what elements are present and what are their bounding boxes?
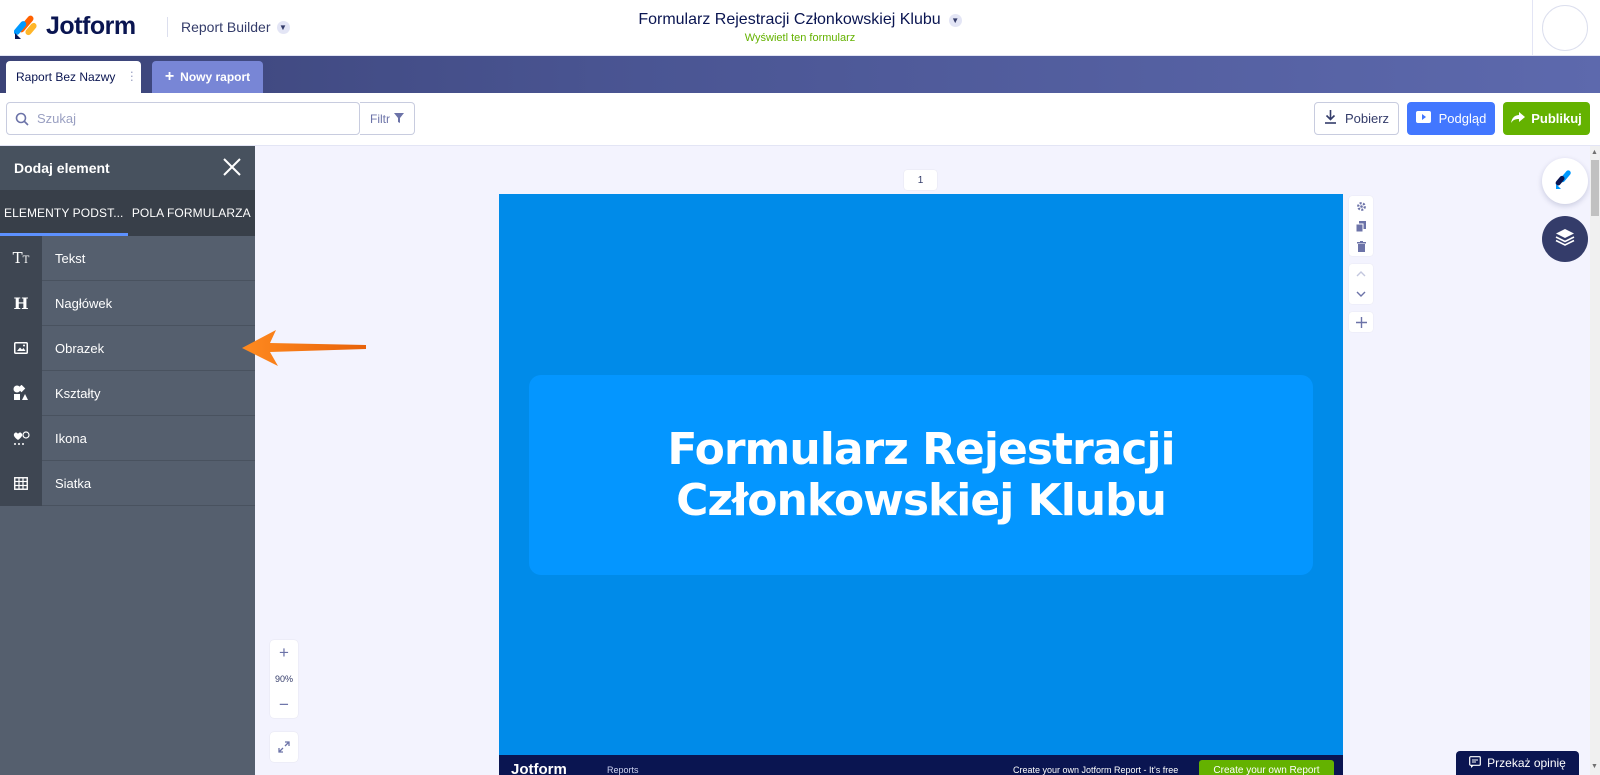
icons-icon xyxy=(0,415,42,461)
fit-to-screen-icon[interactable] xyxy=(270,732,298,762)
ai-assistant-button[interactable] xyxy=(1542,158,1588,204)
report-tabs-bar: Raport Bez Nazwy · · · + Nowy raport xyxy=(0,56,1600,93)
element-item-icon[interactable]: Ikona xyxy=(0,415,255,461)
builder-label: Report Builder xyxy=(181,19,271,35)
scroll-up-icon[interactable]: ▲ xyxy=(1591,149,1598,156)
preview-label: Podgląd xyxy=(1438,111,1487,126)
image-icon xyxy=(0,325,42,371)
element-item-grid[interactable]: Siatka xyxy=(0,460,255,506)
heading-icon: H xyxy=(0,280,42,326)
header-divider xyxy=(167,17,168,37)
jotform-logo[interactable]: Jotform xyxy=(13,12,136,41)
filter-button[interactable]: Filtr xyxy=(360,102,415,135)
form-title-dropdown[interactable]: Formularz Rejestracji Członkowskiej Klub… xyxy=(638,11,962,29)
element-item-text[interactable]: TT Tekst xyxy=(0,235,255,281)
app-header: Jotform Report Builder ▼ Formularz Rejes… xyxy=(0,0,1600,56)
element-label: Tekst xyxy=(55,250,86,266)
logo-text: Jotform xyxy=(46,12,136,40)
feedback-button[interactable]: Przekaż opinię xyxy=(1456,751,1579,775)
page-footer-banner: Jotform Reports Create your own Jotform … xyxy=(499,755,1343,775)
page-number: 1 xyxy=(904,170,937,190)
search-input[interactable] xyxy=(37,111,337,126)
scroll-down-icon[interactable]: ▼ xyxy=(1591,763,1598,770)
chevron-down-icon[interactable] xyxy=(1349,284,1373,304)
play-icon xyxy=(1415,111,1431,126)
element-label: Nagłówek xyxy=(55,295,113,311)
avatar[interactable] xyxy=(1542,5,1588,51)
jotform-assistant-icon xyxy=(1554,168,1576,195)
page-actions-group xyxy=(1349,196,1373,256)
plus-icon: + xyxy=(164,68,175,85)
download-button[interactable]: Pobierz xyxy=(1314,102,1399,135)
form-title: Formularz Rejestracji Członkowskiej Klub… xyxy=(638,11,941,28)
add-page-group xyxy=(1349,312,1373,332)
duplicate-icon[interactable] xyxy=(1349,216,1373,236)
tab-report[interactable]: Raport Bez Nazwy · · · xyxy=(6,61,141,93)
chevron-up-icon[interactable] xyxy=(1349,264,1373,284)
gear-icon[interactable] xyxy=(1349,196,1373,216)
shapes-icon xyxy=(0,370,42,416)
tab-basic-elements[interactable]: ELEMENTY PODST... xyxy=(0,190,128,236)
panel-header: Dodaj element xyxy=(0,146,255,190)
view-form-link[interactable]: Wyświetl ten formularz xyxy=(520,32,1080,44)
element-item-image[interactable]: Obrazek xyxy=(0,325,255,371)
share-arrow-icon xyxy=(1511,111,1526,126)
grid-icon xyxy=(0,460,42,506)
element-item-heading[interactable]: H Nagłówek xyxy=(0,280,255,326)
panel-tabs: ELEMENTY PODST... POLA FORMULARZA xyxy=(0,190,255,236)
feedback-label: Przekaż opinię xyxy=(1487,756,1566,770)
layers-button[interactable] xyxy=(1542,216,1588,262)
chevron-down-icon: ▼ xyxy=(276,20,290,34)
create-report-button[interactable]: Create your own Report xyxy=(1199,760,1334,775)
footer-reports-label: Reports xyxy=(607,765,639,775)
zoom-out-icon[interactable]: − xyxy=(279,696,289,714)
download-label: Pobierz xyxy=(1344,111,1390,126)
chevron-down-icon: ▼ xyxy=(948,13,962,27)
scrollbar[interactable] xyxy=(1590,146,1600,775)
element-label: Obrazek xyxy=(55,340,105,356)
page-move-group xyxy=(1349,264,1373,304)
zoom-in-icon[interactable]: + xyxy=(279,644,289,662)
form-title-area: Formularz Rejestracji Członkowskiej Klub… xyxy=(520,11,1080,44)
element-label: Siatka xyxy=(55,475,92,491)
toolbar: Filtr Pobierz Podgląd Publikuj xyxy=(0,93,1600,146)
funnel-icon xyxy=(394,112,404,126)
footer-tagline: Create your own Jotform Report - It's fr… xyxy=(1013,765,1179,775)
new-report-button[interactable]: + Nowy raport xyxy=(152,61,263,93)
header-divider-right xyxy=(1532,0,1533,56)
builder-switcher[interactable]: Report Builder ▼ xyxy=(181,19,290,35)
add-page-icon[interactable] xyxy=(1349,312,1373,332)
preview-button[interactable]: Podgląd xyxy=(1407,102,1495,135)
more-options-icon[interactable]: · · · xyxy=(130,65,134,86)
add-element-panel: Dodaj element ELEMENTY PODST... POLA FOR… xyxy=(0,146,255,775)
publish-label: Publikuj xyxy=(1531,111,1582,126)
trash-icon[interactable] xyxy=(1349,236,1373,256)
close-icon[interactable] xyxy=(223,157,241,179)
text-icon: TT xyxy=(0,235,42,281)
report-title-box[interactable]: Formularz Rejestracji Członkowskiej Klub… xyxy=(529,375,1313,575)
annotation-arrow-icon xyxy=(242,330,366,366)
scrollbar-thumb[interactable] xyxy=(1591,160,1599,216)
element-label: Kształty xyxy=(55,385,101,401)
download-icon xyxy=(1324,110,1337,127)
new-report-label: Nowy raport xyxy=(180,70,251,84)
panel-title: Dodaj element xyxy=(14,160,110,176)
page-tools xyxy=(1349,196,1373,340)
search-box xyxy=(6,102,360,135)
report-page[interactable]: Formularz Rejestracji Członkowskiej Klub… xyxy=(499,194,1343,775)
feedback-icon xyxy=(1469,755,1482,771)
tab-form-fields[interactable]: POLA FORMULARZA xyxy=(128,190,256,236)
tab-report-label: Raport Bez Nazwy xyxy=(16,70,116,84)
search-icon xyxy=(7,112,37,126)
report-title: Formularz Rejestracji Członkowskiej Klub… xyxy=(667,424,1175,526)
element-item-shapes[interactable]: Kształty xyxy=(0,370,255,416)
filter-label: Filtr xyxy=(370,111,390,126)
publish-button[interactable]: Publikuj xyxy=(1503,102,1590,135)
jotform-logo-icon xyxy=(13,14,38,40)
zoom-control: + 90% − xyxy=(270,640,298,718)
footer-logo: Jotform xyxy=(511,761,567,775)
element-label: Ikona xyxy=(55,430,87,446)
zoom-level: 90% xyxy=(274,674,293,684)
layers-icon xyxy=(1555,228,1575,251)
